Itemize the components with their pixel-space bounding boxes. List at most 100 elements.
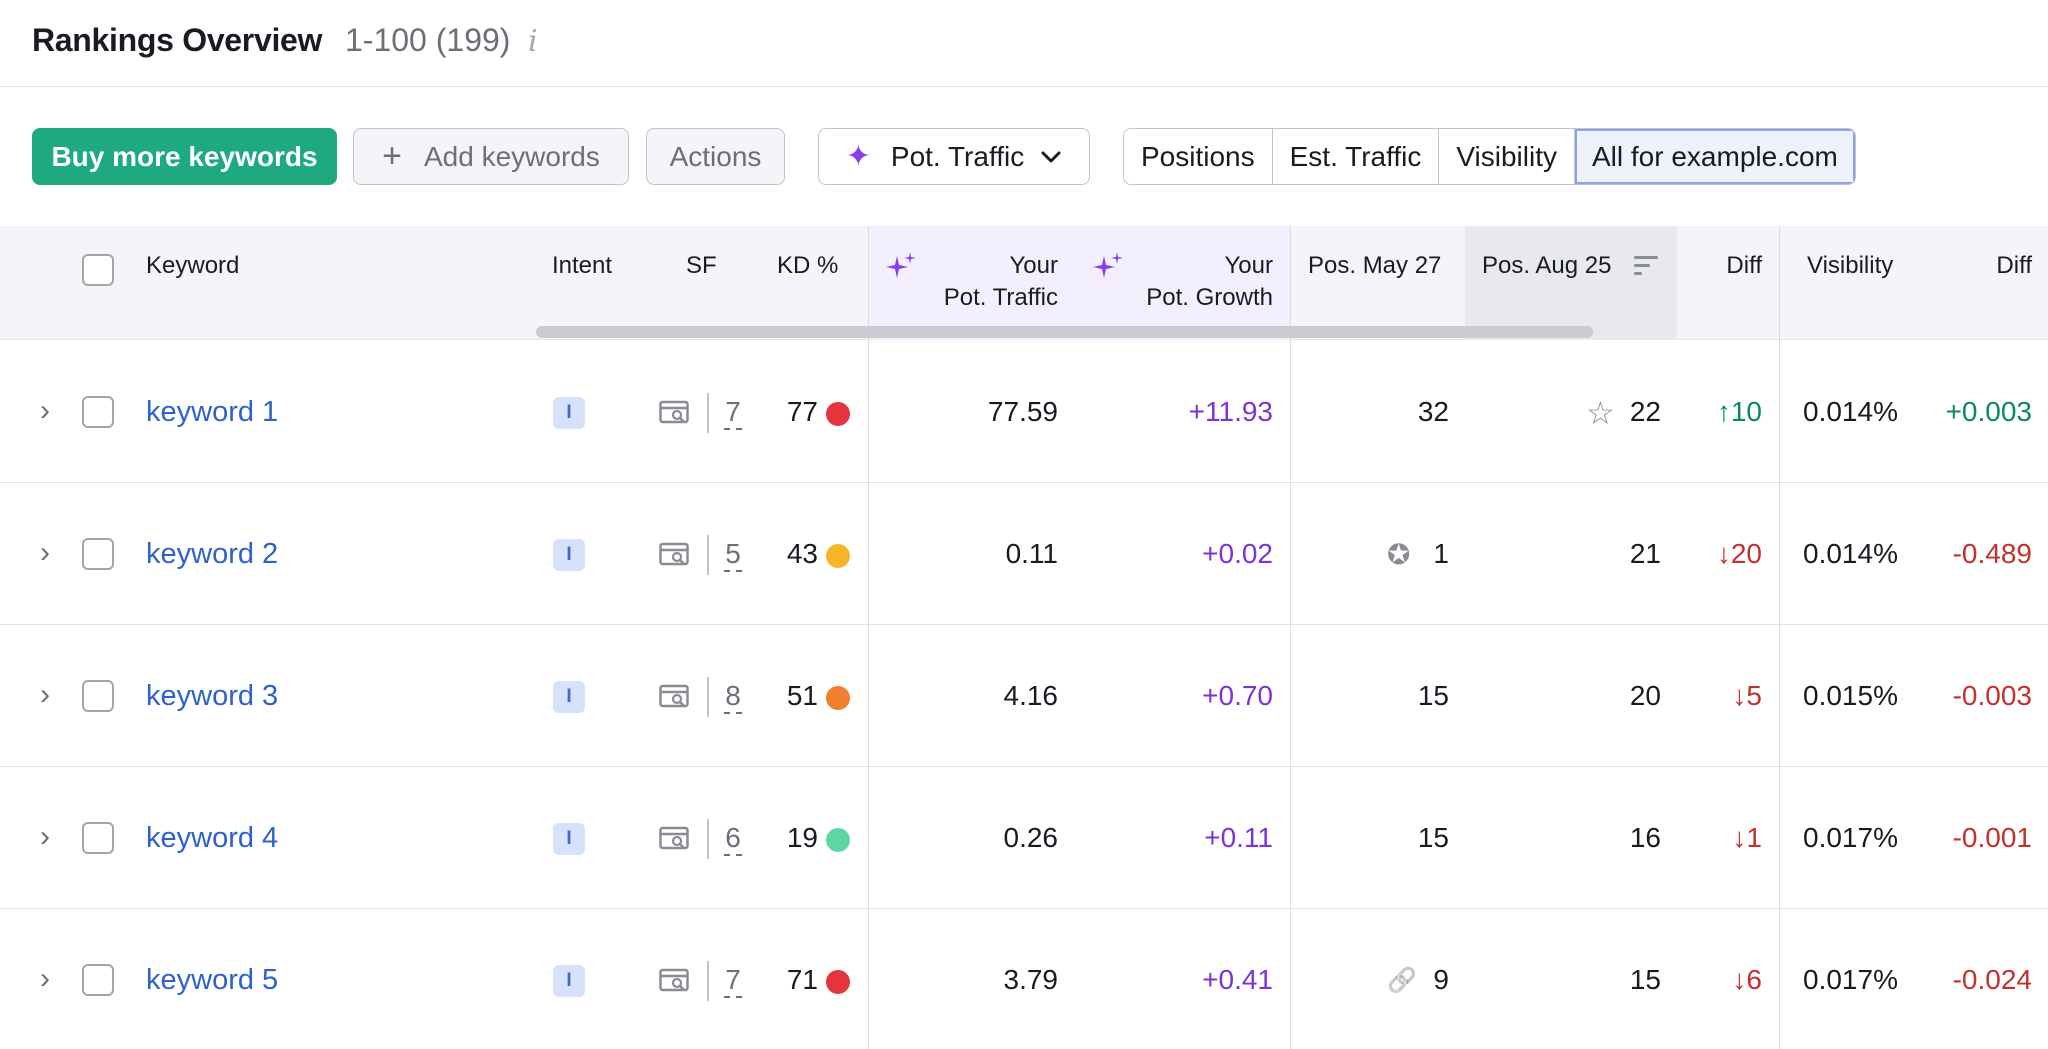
pot-traffic-label: Pot. Traffic	[890, 140, 1025, 172]
pot-traffic-value: 3.79	[1003, 964, 1059, 995]
kd-value: 43	[786, 538, 818, 569]
pos-may-value: 15	[1417, 822, 1449, 853]
segment-visibility[interactable]: Visibility	[1439, 129, 1575, 184]
column-pot-growth[interactable]: Your Pot. Growth	[1110, 250, 1273, 314]
column-pot-traffic[interactable]: Your Pot. Traffic	[900, 250, 1058, 314]
intent-badge: I	[553, 539, 585, 571]
page-title: Rankings Overview	[32, 22, 323, 58]
column-pos-aug[interactable]: Pos. Aug 25	[1482, 250, 1611, 282]
row-checkbox[interactable]	[82, 964, 114, 996]
column-pos-may[interactable]: Pos. May 27	[1308, 250, 1441, 282]
intent-badge: I	[553, 681, 585, 713]
sf-separator	[707, 677, 709, 717]
select-all-checkbox[interactable]	[82, 254, 114, 286]
segment-all-for-domain[interactable]: All for example.com	[1575, 129, 1855, 184]
sf-count[interactable]: 7	[722, 960, 744, 1000]
column-pot-growth-line2: Pot. Growth	[1146, 284, 1273, 311]
pot-traffic-value: 77.59	[987, 396, 1058, 427]
visibility-diff-value: -0.003	[1952, 680, 2032, 711]
arrow-down-icon: ↓	[1732, 680, 1747, 711]
pos-may-value: 9	[1433, 964, 1449, 995]
add-keywords-button[interactable]: + Add keywords	[353, 128, 629, 185]
table-header: Keyword Intent SF KD % Your Pot. Traffic…	[0, 226, 2048, 340]
column-sf[interactable]: SF	[686, 250, 717, 282]
table-row: › keyword 5 I 7 71 3.79 +0.41 🔗 9 15 ↓6 …	[0, 909, 2048, 1049]
horizontal-scrollbar[interactable]	[536, 326, 1593, 338]
position-diff: ↓20	[1690, 534, 1762, 574]
chevron-right-icon[interactable]: ›	[40, 822, 50, 852]
pos-may-value: 15	[1417, 680, 1449, 711]
actions-button[interactable]: Actions	[646, 128, 785, 185]
info-icon[interactable]: i	[528, 24, 538, 59]
keyword-link[interactable]: keyword 1	[146, 392, 278, 432]
keyword-link[interactable]: keyword 4	[146, 818, 278, 858]
column-keyword[interactable]: Keyword	[146, 250, 239, 282]
sf-count[interactable]: 6	[722, 818, 744, 858]
sf-count[interactable]: 7	[722, 392, 744, 432]
kd-difficulty-dot	[826, 402, 850, 426]
segment-est-traffic[interactable]: Est. Traffic	[1272, 129, 1440, 184]
chevron-right-icon[interactable]: ›	[40, 680, 50, 710]
column-kd[interactable]: KD %	[777, 250, 838, 282]
serp-features-icon[interactable]	[659, 826, 689, 852]
position-diff-value: 10	[1730, 396, 1762, 427]
visibility-diff-value: -0.001	[1952, 822, 2032, 853]
intent-badge: I	[553, 397, 585, 429]
serp-features-icon[interactable]	[659, 968, 689, 994]
pos-aug-value: 16	[1629, 822, 1661, 853]
visibility-diff-value: +0.003	[1945, 396, 2032, 427]
sparkle-icon: ✦	[845, 140, 871, 173]
chevron-right-icon[interactable]: ›	[40, 538, 50, 568]
chevron-right-icon[interactable]: ›	[40, 964, 50, 994]
position-diff-value: 1	[1746, 822, 1762, 853]
keyword-link[interactable]: keyword 2	[146, 534, 278, 574]
arrow-down-icon: ↓	[1732, 964, 1747, 995]
position-diff: ↑10	[1690, 392, 1762, 432]
serp-features-icon[interactable]	[659, 542, 689, 568]
row-checkbox[interactable]	[82, 538, 114, 570]
serp-features-icon[interactable]	[659, 400, 689, 426]
row-checkbox[interactable]	[82, 822, 114, 854]
visibility-diff-value: -0.489	[1952, 538, 2032, 569]
sf-count[interactable]: 8	[722, 676, 744, 716]
visibility-value: 0.017%	[1803, 964, 1898, 995]
segment-positions[interactable]: Positions	[1124, 129, 1273, 184]
row-checkbox[interactable]	[82, 680, 114, 712]
pot-growth-value: +0.70	[1202, 680, 1273, 711]
position-diff-value: 20	[1730, 538, 1762, 569]
pos-may-value: 1	[1433, 538, 1449, 569]
visibility-value: 0.017%	[1803, 822, 1898, 853]
column-intent[interactable]: Intent	[552, 250, 612, 282]
keyword-link[interactable]: keyword 3	[146, 676, 278, 716]
add-keywords-label: Add keywords	[423, 140, 600, 172]
pot-traffic-dropdown[interactable]: ✦ Pot. Traffic	[818, 128, 1090, 185]
pos-aug-value: 15	[1629, 964, 1661, 995]
sf-separator	[707, 535, 709, 575]
keyword-link[interactable]: keyword 5	[146, 960, 278, 1000]
arrow-down-icon: ↓	[1716, 538, 1731, 569]
pos-aug-value: 20	[1629, 680, 1661, 711]
position-diff-value: 6	[1746, 964, 1762, 995]
sort-icon[interactable]	[1634, 255, 1660, 277]
buy-more-keywords-button[interactable]: Buy more keywords	[32, 128, 337, 185]
column-visibility-diff[interactable]: Diff	[1960, 250, 2032, 282]
position-diff-value: 5	[1746, 680, 1762, 711]
column-visibility[interactable]: Visibility	[1807, 250, 1893, 282]
chevron-right-icon[interactable]: ›	[40, 396, 50, 426]
table-row: › keyword 3 I 8 51 4.16 +0.70 15 20 ↓5 0…	[0, 625, 2048, 767]
sf-count[interactable]: 5	[722, 534, 744, 574]
visibility-value: 0.014%	[1803, 396, 1898, 427]
serp-features-icon[interactable]	[659, 684, 689, 710]
table-row: › keyword 2 I 5 43 0.11 +0.02 ✪ 1 21 ↓20…	[0, 483, 2048, 625]
pot-growth-value: +11.93	[1188, 396, 1273, 427]
kd-value: 77	[786, 396, 818, 427]
kd-value: 71	[786, 964, 818, 995]
column-diff[interactable]: Diff	[1690, 250, 1762, 282]
table-row: › keyword 4 I 6 19 0.26 +0.11 15 16 ↓1 0…	[0, 767, 2048, 909]
sf-separator	[707, 819, 709, 859]
visibility-diff-value: -0.024	[1952, 964, 2032, 995]
row-checkbox[interactable]	[82, 396, 114, 428]
toolbar: Buy more keywords + Add keywords Actions…	[0, 128, 2048, 186]
sorted-column-highlight	[1465, 226, 1677, 340]
kd-difficulty-dot	[826, 686, 850, 710]
